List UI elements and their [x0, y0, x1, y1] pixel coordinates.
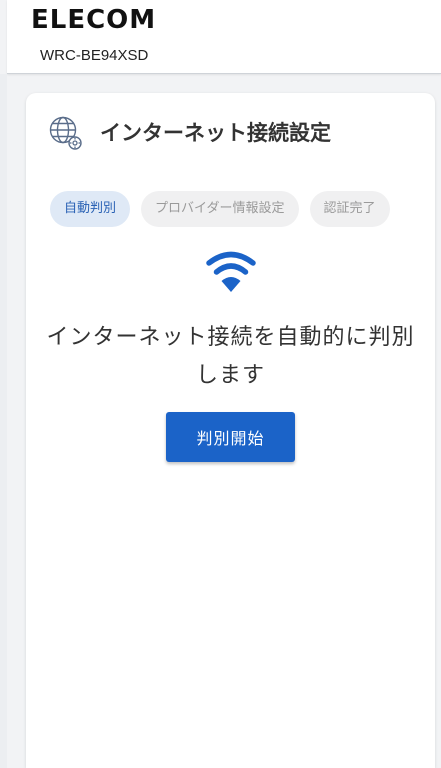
app-header: ELECOM WRC-BE94XSD	[7, 0, 441, 74]
step-auth-complete: 認証完了	[309, 191, 390, 227]
card-title: インターネット接続設定	[100, 121, 331, 145]
step-auto-detect: 自動判別	[50, 191, 131, 227]
internet-setup-card: インターネット接続設定 自動判別 プロバイダー情報設定 認証完了 インターネット…	[26, 93, 435, 768]
globe-settings-icon	[49, 116, 82, 150]
brand-logo: ELECOM	[31, 5, 157, 35]
device-model: WRC-BE94XSD	[40, 47, 149, 64]
side-strip	[0, 74, 7, 768]
start-detection-button[interactable]: 判別開始	[166, 412, 295, 462]
card-header: インターネット接続設定	[48, 115, 331, 151]
step-indicator: 自動判別 プロバイダー情報設定 認証完了	[50, 191, 390, 227]
detection-message: インターネット接続を自動的に判別します	[46, 325, 415, 388]
wifi-icon	[206, 251, 256, 292]
step-provider-info: プロバイダー情報設定	[141, 191, 299, 227]
